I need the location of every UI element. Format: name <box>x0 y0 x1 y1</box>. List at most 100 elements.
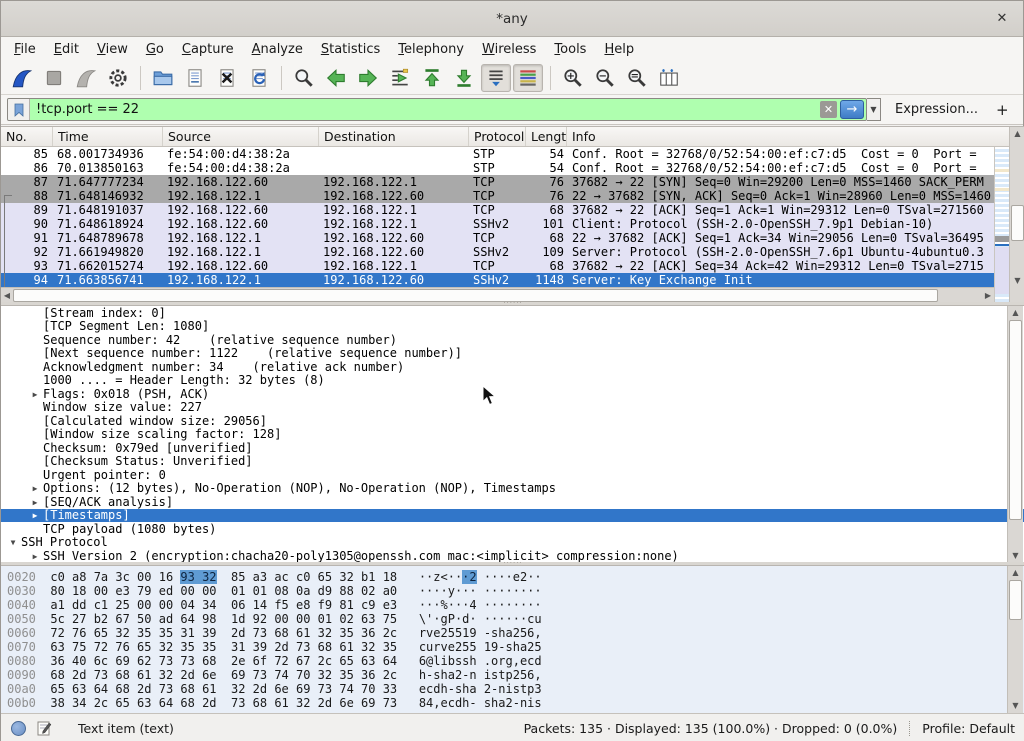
packet-row[interactable]: 8670.013850163fe:54:00:d4:38:2aSTP54Conf… <box>1 161 994 175</box>
expand-right-icon[interactable]: ▶ <box>27 388 43 401</box>
packet-row[interactable]: 9471.663856741192.168.122.1192.168.122.6… <box>1 273 994 287</box>
menu-edit[interactable]: Edit <box>45 40 88 59</box>
hex-row[interactable]: 0050 5c 27 b2 67 50 ad 64 98 1d 92 00 00… <box>7 612 1024 626</box>
packet-row[interactable]: 9371.662015274192.168.122.60192.168.122.… <box>1 259 994 273</box>
zoom-original-icon[interactable]: = <box>622 64 652 92</box>
menu-file[interactable]: File <box>5 40 45 59</box>
packet-list-vscrollbar[interactable]: ▲ ▼ <box>1009 127 1024 303</box>
capture-options-icon[interactable] <box>103 64 133 92</box>
column-header-info[interactable]: Info <box>567 127 1024 146</box>
column-header-length[interactable]: Length <box>526 127 567 146</box>
detail-line[interactable]: [Checksum Status: Unverified] <box>1 455 1024 469</box>
scroll-left-icon[interactable]: ◀ <box>1 288 13 303</box>
hex-row[interactable]: 0060 72 76 65 32 35 35 31 39 2d 73 68 61… <box>7 626 1024 640</box>
go-back-icon[interactable] <box>321 64 351 92</box>
scroll-up-icon[interactable]: ▲ <box>1008 306 1023 319</box>
filter-bookmark-icon[interactable] <box>8 99 30 120</box>
expand-down-icon[interactable]: ▼ <box>5 536 21 549</box>
expand-right-icon[interactable]: ▶ <box>27 496 43 509</box>
detail-line[interactable]: [Next sequence number: 1122 (relative se… <box>1 347 1024 361</box>
capture-comment-icon[interactable] <box>36 720 52 736</box>
hex-row[interactable]: 00a0 65 63 64 68 2d 73 68 61 32 2d 6e 69… <box>7 682 1024 696</box>
detail-line[interactable]: Urgent pointer: 0 <box>1 468 1024 482</box>
scroll-down-icon[interactable]: ▼ <box>1008 699 1023 712</box>
close-file-icon[interactable] <box>212 64 242 92</box>
add-filter-button[interactable]: + <box>996 101 1009 119</box>
packet-row[interactable]: 9071.648618924192.168.122.60192.168.122.… <box>1 217 994 231</box>
hex-row[interactable]: 0040 a1 dd c1 25 00 00 04 34 06 14 f5 e8… <box>7 598 1024 612</box>
hex-row[interactable]: 0090 68 2d 73 68 61 32 2d 6e 69 73 74 70… <box>7 668 1024 682</box>
intelligent-scrollbar-minimap[interactable] <box>994 147 1009 303</box>
apply-filter-icon[interactable]: → <box>840 100 864 119</box>
menu-analyze[interactable]: Analyze <box>243 40 312 59</box>
detail-line[interactable]: 1000 .... = Header Length: 32 bytes (8) <box>1 374 1024 388</box>
detail-line[interactable]: ▶[Timestamps] <box>1 509 1024 523</box>
detail-line[interactable]: TCP payload (1080 bytes) <box>1 522 1024 536</box>
scroll-down-icon[interactable]: ▼ <box>1010 274 1024 287</box>
detail-line[interactable]: ▶Flags: 0x018 (PSH, ACK) <box>1 387 1024 401</box>
scroll-thumb[interactable] <box>1009 580 1022 620</box>
auto-scroll-icon[interactable] <box>481 64 511 92</box>
scroll-thumb[interactable] <box>13 289 938 302</box>
resize-columns-icon[interactable] <box>654 64 684 92</box>
hex-row[interactable]: 0070 63 75 72 76 65 32 35 35 31 39 2d 73… <box>7 640 1024 654</box>
clear-filter-icon[interactable]: ✕ <box>820 101 837 118</box>
expand-right-icon[interactable]: ▶ <box>27 509 43 522</box>
open-file-icon[interactable] <box>148 64 178 92</box>
colorize-icon[interactable] <box>513 64 543 92</box>
go-top-icon[interactable] <box>417 64 447 92</box>
column-header-destination[interactable]: Destination <box>319 127 469 146</box>
hex-row[interactable]: 0030 80 18 00 e3 79 ed 00 00 01 01 08 0a… <box>7 584 1024 598</box>
menu-tools[interactable]: Tools <box>545 40 595 59</box>
profile-label[interactable]: Profile: Default <box>910 721 1015 736</box>
close-window-icon[interactable]: ✕ <box>993 10 1011 28</box>
scroll-right-icon[interactable]: ▶ <box>982 288 994 303</box>
detail-line[interactable]: Acknowledgment number: 34 (relative ack … <box>1 360 1024 374</box>
go-bottom-icon[interactable] <box>449 64 479 92</box>
detail-line[interactable]: ▶SSH Version 2 (encryption:chacha20-poly… <box>1 549 1024 562</box>
details-vscrollbar[interactable]: ▲ ▼ <box>1007 306 1023 562</box>
scroll-down-icon[interactable]: ▼ <box>1008 549 1023 562</box>
column-header-source[interactable]: Source <box>163 127 319 146</box>
detail-line[interactable]: [Window size scaling factor: 128] <box>1 428 1024 442</box>
hex-row[interactable]: 0080 36 40 6c 69 62 73 73 68 2e 6f 72 67… <box>7 654 1024 668</box>
hex-row[interactable]: 0020 c0 a8 7a 3c 00 16 93 32 85 a3 ac c0… <box>7 570 1024 584</box>
packet-row[interactable]: 8771.647777234192.168.122.60192.168.122.… <box>1 175 994 189</box>
detail-line[interactable]: Window size value: 227 <box>1 401 1024 415</box>
column-header-protocol[interactable]: Protocol <box>469 127 526 146</box>
start-capture-icon[interactable] <box>7 64 37 92</box>
detail-line[interactable]: [Stream index: 0] <box>1 306 1024 320</box>
packet-row[interactable]: 8971.648191037192.168.122.60192.168.122.… <box>1 203 994 217</box>
expert-info-icon[interactable] <box>11 721 26 736</box>
menu-telephony[interactable]: Telephony <box>389 40 473 59</box>
display-filter-input[interactable] <box>30 102 820 117</box>
scroll-thumb[interactable] <box>1011 205 1024 241</box>
menu-go[interactable]: Go <box>137 40 173 59</box>
packet-row[interactable]: 8871.648146932192.168.122.1192.168.122.6… <box>1 189 994 203</box>
packet-row[interactable]: 9271.661949820192.168.122.1192.168.122.6… <box>1 245 994 259</box>
expression-button[interactable]: Expression... <box>895 102 978 117</box>
scroll-up-icon[interactable]: ▲ <box>1010 127 1024 140</box>
save-file-icon[interactable] <box>180 64 210 92</box>
detail-line[interactable]: ▶Options: (12 bytes), No-Operation (NOP)… <box>1 482 1024 496</box>
reload-file-icon[interactable] <box>244 64 274 92</box>
filter-history-dropdown-icon[interactable]: ▼ <box>867 98 881 121</box>
expand-right-icon[interactable]: ▶ <box>27 550 43 563</box>
go-to-packet-icon[interactable] <box>385 64 415 92</box>
expand-right-icon[interactable]: ▶ <box>27 482 43 495</box>
detail-line[interactable]: ▼SSH Protocol <box>1 536 1024 550</box>
scroll-thumb[interactable] <box>1009 320 1022 520</box>
menu-statistics[interactable]: Statistics <box>312 40 389 59</box>
menu-view[interactable]: View <box>88 40 137 59</box>
hex-row[interactable]: 00b0 38 34 2c 65 63 64 68 2d 73 68 61 32… <box>7 696 1024 710</box>
menu-wireless[interactable]: Wireless <box>473 40 545 59</box>
find-packet-icon[interactable] <box>289 64 319 92</box>
packet-list-hscrollbar[interactable]: ◀ ▶ <box>1 287 994 303</box>
zoom-out-icon[interactable]: − <box>590 64 620 92</box>
menu-help[interactable]: Help <box>595 40 643 59</box>
detail-line[interactable]: Checksum: 0x79ed [unverified] <box>1 441 1024 455</box>
column-header-no[interactable]: No. <box>1 127 53 146</box>
zoom-in-icon[interactable]: + <box>558 64 588 92</box>
detail-line[interactable]: ▶[SEQ/ACK analysis] <box>1 495 1024 509</box>
menu-capture[interactable]: Capture <box>173 40 243 59</box>
